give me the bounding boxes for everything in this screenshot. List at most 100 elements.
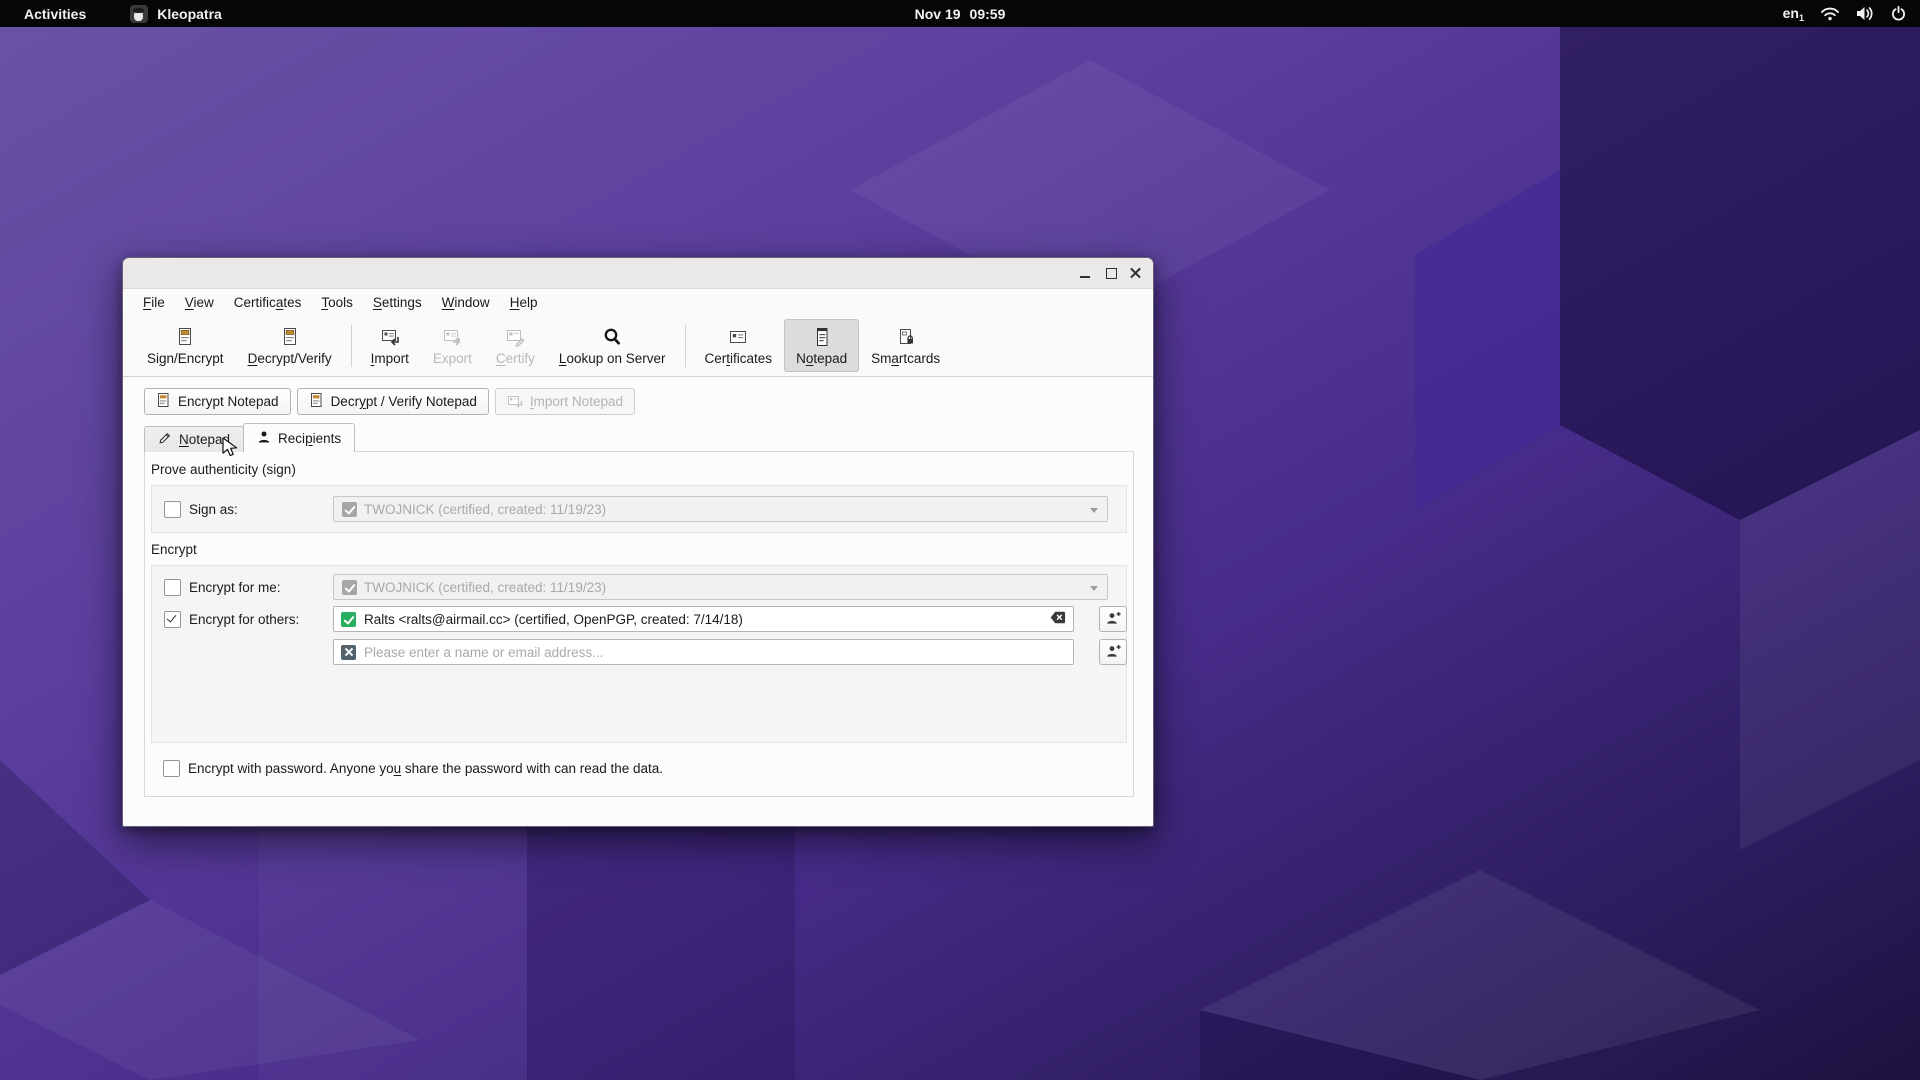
toolbar-decrypt-verify[interactable]: Decrypt/Verify [236,319,344,372]
toolbar-lookup-on-server[interactable]: Lookup on Server [547,319,678,372]
button-label: Decrypt / Verify Notepad [331,394,477,409]
toolbar-export[interactable]: Export [421,319,484,372]
menu-window[interactable]: Window [432,292,500,313]
system-status-area[interactable]: en1 [1783,5,1906,23]
decrypt-verify-icon [279,325,301,349]
sign-section-heading: Prove authenticity (sign) [151,462,296,477]
encrypt-for-me-checkbox[interactable] [164,579,181,596]
tab-label: Recipients [278,431,341,446]
sign-as-label: Sign as: [189,502,238,517]
certify-icon [504,325,526,349]
encrypt-with-password-checkbox[interactable] [163,760,180,777]
toolbar-label: Sign/Encrypt [147,351,224,366]
volume-icon[interactable] [1856,6,1874,21]
chevron-down-icon [1090,586,1098,591]
recipients-pane: Prove authenticity (sign) Sign as: TWOJN… [144,451,1134,797]
desktop: Activities Kleopatra Nov 19 09:59 en1 [0,0,1920,1080]
close-button[interactable] [1123,258,1147,288]
toolbar-smartcards[interactable]: Smartcards [859,319,952,372]
person-icon [257,430,271,447]
toolbar-sign-encrypt[interactable]: Sign/Encrypt [135,319,236,372]
clock-time: 09:59 [970,6,1006,22]
gnome-top-bar: Activities Kleopatra Nov 19 09:59 en1 [0,0,1920,27]
smartcards-icon [895,325,917,349]
select-certificate-icon [1105,643,1122,662]
encrypt-for-me-label: Encrypt for me: [189,580,281,595]
focused-app-name: Kleopatra [157,6,222,22]
invalid-slate-x-icon [341,645,356,660]
clear-text-icon[interactable] [1050,611,1066,627]
notepad-tabbar: Notepad Recipients [144,424,354,452]
button-label: Encrypt Notepad [178,394,279,409]
menu-help[interactable]: Help [500,292,548,313]
import-notepad-icon [507,393,523,411]
toolbar-label: Lookup on Server [559,351,666,366]
sign-as-combobox[interactable]: TWOJNICK (certified, created: 11/19/23) [333,496,1108,522]
sign-encrypt-icon [174,325,196,349]
minimize-icon [1080,276,1090,278]
decrypt-verify-notepad-button[interactable]: Decrypt / Verify Notepad [297,388,489,415]
toolbar-label: Notepad [796,351,847,366]
decrypt-verify-notepad-icon [309,392,324,411]
mouse-cursor [222,437,242,459]
encrypt-for-me-combobox[interactable]: TWOJNICK (certified, created: 11/19/23) [333,574,1108,600]
valid-green-check-icon [341,612,356,627]
menu-file[interactable]: File [133,292,175,313]
select-certificate-button[interactable] [1099,606,1127,632]
select-certificate-icon [1105,610,1122,629]
import-icon [379,325,401,349]
certified-gray-check-icon [342,502,357,517]
menu-tools[interactable]: Tools [311,292,363,313]
close-icon [1130,268,1141,279]
clock-button[interactable]: Nov 19 09:59 [915,6,1006,22]
encrypt-for-others-checkbox[interactable] [164,611,181,628]
import-notepad-button[interactable]: Import Notepad [495,388,635,415]
menu-bar: File View Certificates Tools Settings Wi… [123,289,1153,315]
chevron-down-icon [1090,508,1098,513]
new-recipient-input[interactable] [364,645,1066,660]
encrypt-groupbox: Encrypt for me: TWOJNICK (certified, cre… [151,565,1127,743]
power-icon[interactable] [1891,6,1906,21]
encrypt-for-others-label: Encrypt for others: [189,612,299,627]
menu-settings[interactable]: Settings [363,292,432,313]
main-toolbar: Sign/Encrypt Decrypt/Verify Import Expor [123,315,1153,377]
recipient-input-empty[interactable] [333,639,1074,665]
lookup-on-server-icon [601,325,623,349]
menu-view[interactable]: View [175,292,224,313]
sign-groupbox: Sign as: TWOJNICK (certified, created: 1… [151,485,1127,533]
menu-certificates[interactable]: Certificates [224,292,312,313]
toolbar-label: Decrypt/Verify [248,351,332,366]
toolbar-notepad[interactable]: Notepad [784,319,859,372]
window-titlebar[interactable] [123,258,1153,289]
wifi-icon[interactable] [1821,7,1839,21]
recipient-input-filled[interactable]: Ralts <ralts@airmail.cc> (certified, Ope… [333,606,1074,632]
encrypt-notepad-icon [156,392,171,411]
tab-recipients[interactable]: Recipients [243,423,355,452]
encrypt-for-me-value: TWOJNICK (certified, created: 11/19/23) [364,580,606,595]
certified-gray-check-icon [342,580,357,595]
maximize-button[interactable] [1099,258,1123,288]
toolbar-label: Certify [496,351,535,366]
keyboard-layout-indicator[interactable]: en1 [1783,5,1804,23]
encrypt-with-password-label: Encrypt with password. Anyone you share … [188,761,663,776]
clock-date: Nov 19 [915,6,961,22]
select-certificate-button[interactable] [1099,639,1127,665]
kleopatra-app-icon [130,5,148,23]
activities-button[interactable]: Activities [24,6,86,22]
toolbar-import[interactable]: Import [359,319,421,372]
toolbar-label: Export [433,351,472,366]
notepad-actions: Encrypt Notepad Decrypt / Verify Notepad… [144,388,635,415]
toolbar-certificates[interactable]: Certificates [693,319,785,372]
toolbar-label: Certificates [705,351,773,366]
certificates-icon [727,325,749,349]
toolbar-certify[interactable]: Certify [484,319,547,372]
encrypt-notepad-button[interactable]: Encrypt Notepad [144,388,291,415]
toolbar-label: Smartcards [871,351,940,366]
button-label: Import Notepad [530,394,623,409]
pencil-icon [158,431,172,448]
focused-app-menu[interactable]: Kleopatra [130,5,222,23]
sign-as-checkbox[interactable] [164,501,181,518]
sign-as-value: TWOJNICK (certified, created: 11/19/23) [364,502,606,517]
minimize-button[interactable] [1073,258,1097,288]
toolbar-separator [351,325,352,367]
